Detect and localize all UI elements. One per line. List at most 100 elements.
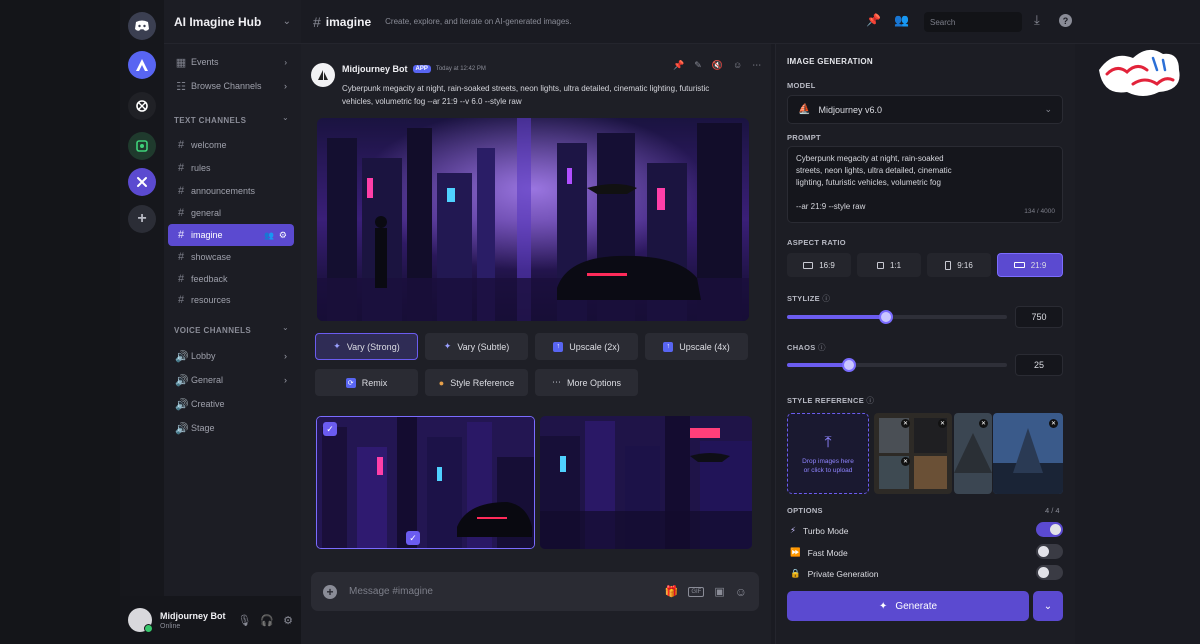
chaos-knob[interactable] [841,358,856,372]
search-input[interactable]: Search [924,12,1022,32]
upload-dropzone[interactable]: ⤒ Drop images here or click to upload [787,413,869,494]
members-icon[interactable]: 👥 [264,231,274,240]
voice-lobby[interactable]: 🔊 Lobby › [168,345,294,367]
chevron-down-icon: ⌄ [1044,104,1052,114]
edit-icon[interactable]: ✎ [694,60,702,71]
turbo-mode-toggle[interactable] [1036,522,1063,537]
channel-resources[interactable]: # resources [168,289,294,311]
stylize-value[interactable]: 750 [1015,306,1063,328]
prompt-textarea[interactable]: Cyberpunk megacity at night, rain-soaked… [787,146,1063,223]
pin-icon[interactable]: 📌 [866,13,881,27]
vary-subtle-button[interactable]: ✦ Vary (Subtle) [425,333,528,360]
mic-icon[interactable]: 🎙 [237,614,251,627]
pin-message-icon[interactable]: 📌 [673,60,684,71]
voice-channels-header[interactable]: VOICE CHANNELS [174,326,251,335]
remove-icon[interactable]: ✕ [979,419,988,428]
gif-icon[interactable]: GIF [688,586,705,597]
emoji-icon[interactable]: ☺ [733,60,742,71]
remove-icon[interactable]: ✕ [1049,419,1058,428]
help-icon[interactable]: ? [1059,14,1072,27]
channel-welcome[interactable]: # welcome [168,134,294,156]
add-server-icon[interactable]: + [128,205,156,233]
emoji-icon[interactable]: ☺ [735,585,747,599]
reference-image-2[interactable]: ✕ [954,413,992,494]
browse-channels-item[interactable]: ☷ Browse Channels › [168,75,294,97]
active-server-icon[interactable] [128,168,156,196]
generate-button[interactable]: ✦ Generate [787,591,1029,621]
message-composer[interactable]: + Message #imagine 🎁 GIF ▣ ☺ [311,572,759,611]
voice-stage[interactable]: 🔊 Stage [168,417,294,439]
midjourney-icon: ⛵ [798,104,811,115]
speaker-icon: 🔊 [175,398,189,411]
prompt-label: PROMPT [787,133,821,142]
channel-title: imagine [325,14,372,29]
ai-server-icon[interactable] [128,51,156,79]
remove-icon[interactable]: ✕ [901,419,910,428]
channel-feedback[interactable]: # feedback [168,268,294,290]
model-select[interactable]: ⛵ Midjourney v6.0 ⌄ [787,95,1063,124]
events-item[interactable]: ▦ Events › [168,51,294,73]
remove-icon[interactable]: ✕ [901,457,910,466]
generated-image[interactable] [317,118,749,321]
aspect-1-1[interactable]: 1:1 [857,253,921,277]
more-icon[interactable]: ⋯ [752,60,761,71]
chaos-label: CHAOS ⓘ [787,343,826,352]
upscale-2x-button[interactable]: ↑ Upscale (2x) [535,333,638,360]
fast-forward-icon: ⏩ [790,547,801,557]
channel-imagine[interactable]: # imagine 👥 ⚙ [168,224,294,246]
more-options-button[interactable]: ⋯ More Options [535,369,638,396]
message-author[interactable]: Midjourney Bot [342,64,408,74]
variation-thumbnail-1[interactable]: ✓ ✓ [316,416,535,549]
stylize-knob[interactable] [879,310,893,324]
channel-general[interactable]: # general [168,202,294,224]
aspect-9-16[interactable]: 9:16 [927,253,991,277]
avatar[interactable] [128,608,153,633]
generate-options-dropdown[interactable]: ⌄ [1033,591,1063,621]
remove-icon[interactable]: ✕ [938,419,947,428]
aspect-16-9[interactable]: 16:9 [787,253,851,277]
green-server-icon[interactable] [128,132,156,160]
reference-image-1[interactable]: ✕ ✕ ✕ [874,413,952,494]
add-attachment-icon[interactable]: + [323,584,337,599]
sticker-icon[interactable]: ▣ [714,585,724,598]
vary-strong-button[interactable]: ✦ Vary (Strong) [315,333,418,360]
stylize-label: STYLIZE ⓘ [787,294,831,303]
collapse-text-icon[interactable]: ⌄ [282,113,289,122]
fast-mode-toggle[interactable] [1036,544,1063,559]
server-header[interactable]: AI Imagine Hub ⌄ [164,0,301,44]
selected-check-icon[interactable]: ✓ [406,531,420,545]
members-icon[interactable]: 👥 [894,13,909,27]
voice-creative[interactable]: 🔊 Creative [168,393,294,415]
info-icon: ⓘ [822,294,831,303]
variation-thumbnail-2[interactable] [540,416,752,549]
chaos-value[interactable]: 25 [1015,354,1063,376]
channel-showcase[interactable]: # showcase [168,246,294,268]
chaos-slider[interactable] [787,358,1007,372]
message-input[interactable]: Message #imagine [349,586,665,597]
settings-icon[interactable]: ⚙ [283,614,293,627]
headphones-icon[interactable]: 🎧 [260,614,274,627]
channel-rules[interactable]: # rules [168,157,294,179]
message-header: Midjourney Bot APP Today at 12:42 PM [342,64,486,74]
mute-icon[interactable]: 🔇 [712,60,723,71]
bot-avatar[interactable] [311,63,335,87]
voice-general[interactable]: 🔊 General › [168,369,294,391]
gift-icon[interactable]: 🎁 [665,585,679,598]
model-label: MODEL [787,81,816,90]
style-reference-button[interactable]: ● Style Reference [425,369,528,396]
upscale-4x-button[interactable]: ↑ Upscale (4x) [645,333,748,360]
gear-icon[interactable]: ⚙ [279,230,287,241]
private-generation-toggle[interactable] [1036,565,1063,580]
wand-icon: ✦ [333,341,341,351]
stylize-slider[interactable] [787,310,1007,324]
aspect-21-9[interactable]: 21:9 [997,253,1063,277]
select-check-icon[interactable]: ✓ [323,422,337,436]
download-icon[interactable]: ⤓ [1034,12,1040,28]
collapse-voice-icon[interactable]: ⌄ [282,323,289,332]
discord-icon[interactable] [128,12,156,40]
reference-image-3[interactable]: ✕ [993,413,1063,494]
remix-button[interactable]: ⟳ Remix [315,369,418,396]
channel-announcements[interactable]: # announcements [168,180,294,202]
text-channels-header[interactable]: TEXT CHANNELS [174,116,246,125]
openai-server-icon[interactable] [128,92,156,120]
